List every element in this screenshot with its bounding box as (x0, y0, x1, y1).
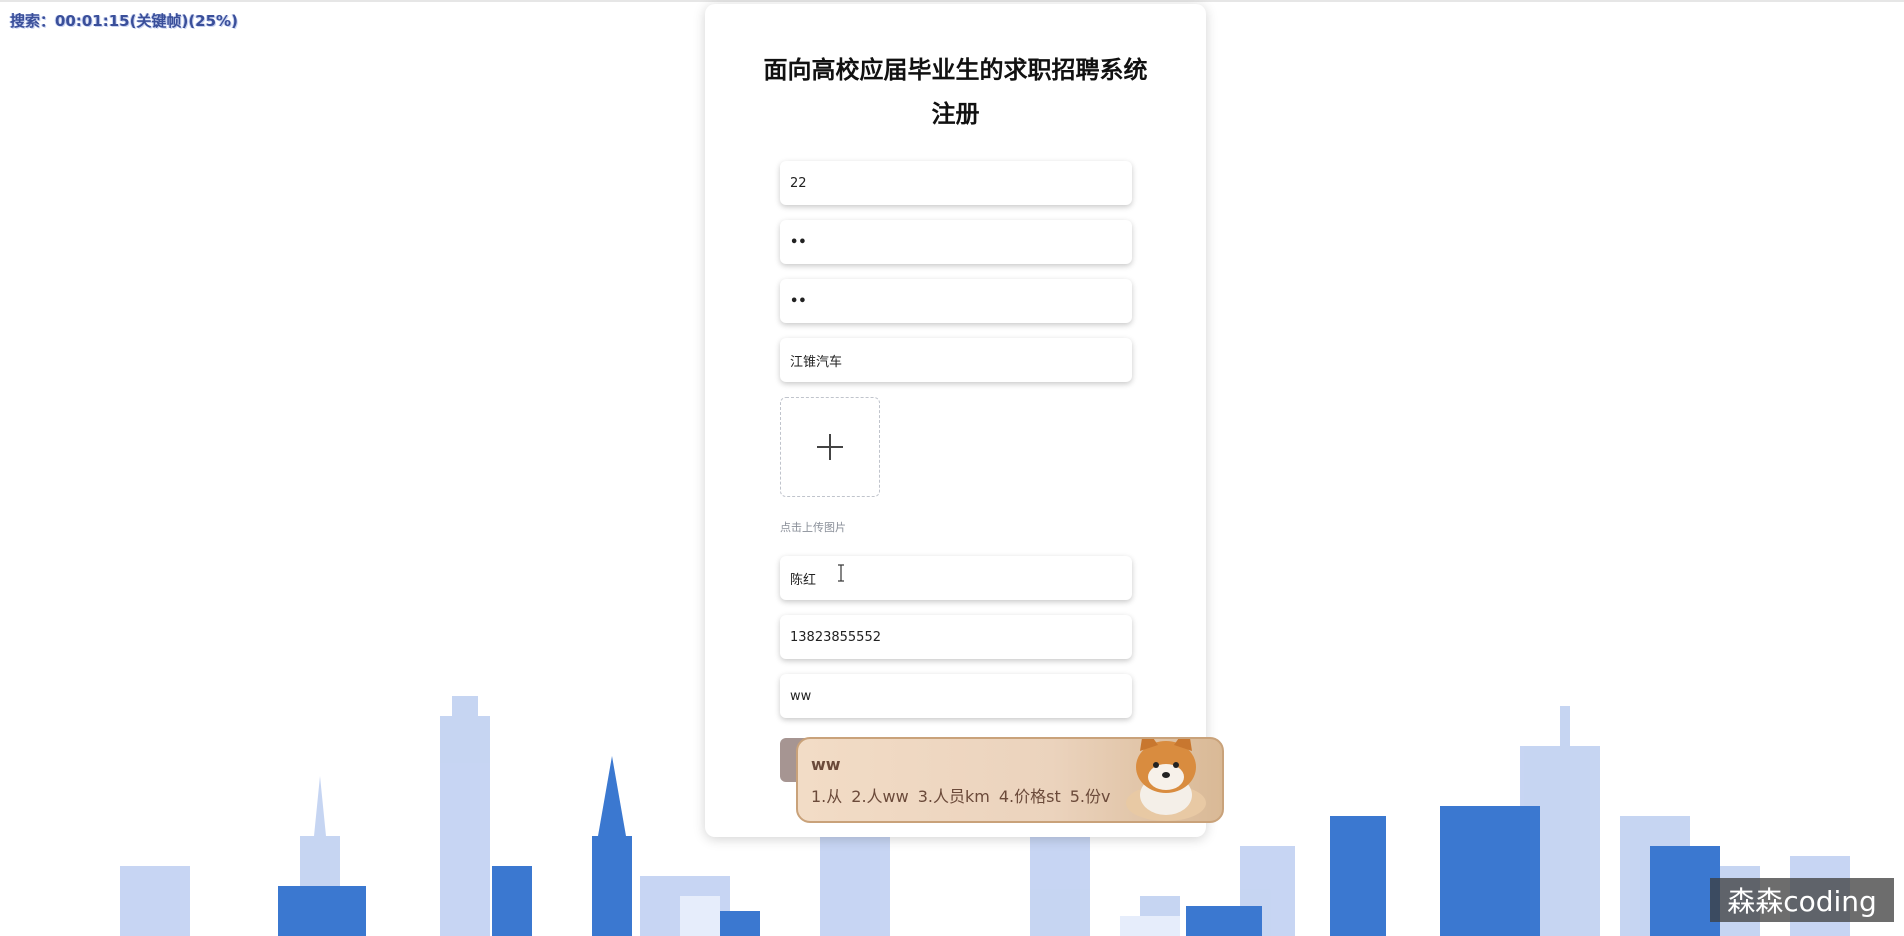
ime-candidate-list: 1.从 2.人ww 3.人员km 4.价格st 5.份v (811, 783, 1120, 807)
username-input[interactable] (790, 175, 1122, 191)
image-upload-box[interactable] (780, 397, 880, 497)
ime-composition: ww (811, 755, 841, 774)
page-title: 面向高校应届毕业生的求职招聘系统 注册 (705, 48, 1206, 136)
username-field[interactable] (780, 161, 1132, 205)
register-card: 面向高校应届毕业生的求职招聘系统 注册 点击上传图片 (705, 4, 1206, 837)
contact-name-field[interactable] (780, 556, 1132, 600)
plus-icon (817, 434, 843, 460)
ime-candidate[interactable]: 2.人ww (851, 787, 908, 806)
confirm-password-field[interactable] (780, 279, 1132, 323)
system-title: 面向高校应届毕业生的求职招聘系统 (763, 56, 1148, 84)
phone-input[interactable] (790, 629, 1122, 645)
ime-candidate[interactable]: 3.人员km (918, 787, 990, 806)
password-input[interactable] (790, 234, 1122, 250)
phone-field[interactable] (780, 615, 1132, 659)
upload-hint: 点击上传图片 (780, 521, 846, 534)
ime-candidate[interactable]: 5.份v (1070, 787, 1111, 806)
ime-candidate[interactable]: 1.从 (811, 787, 842, 806)
shiba-dog-icon (1126, 739, 1206, 821)
company-name-input[interactable] (790, 352, 1122, 368)
company-name-field[interactable] (780, 338, 1132, 382)
address-input[interactable] (790, 688, 1122, 704)
address-field[interactable] (780, 674, 1132, 718)
password-field[interactable] (780, 220, 1132, 264)
confirm-password-input[interactable] (790, 293, 1122, 309)
ime-candidate[interactable]: 4.价格st (999, 787, 1061, 806)
register-title: 注册 (931, 100, 980, 128)
recording-status-text: 搜索：00:01:15(关键帧)(25%) (10, 12, 238, 30)
top-divider (0, 0, 1904, 2)
watermark: 森森coding (1710, 878, 1894, 922)
ime-candidate-window: ww 1.从 2.人ww 3.人员km 4.价格st 5.份v (796, 737, 1224, 823)
text-cursor-icon (838, 564, 844, 582)
page: 搜索：00:01:15(关键帧)(25%) 面向高校应届毕业生的求职招聘系统 注… (0, 0, 1904, 936)
